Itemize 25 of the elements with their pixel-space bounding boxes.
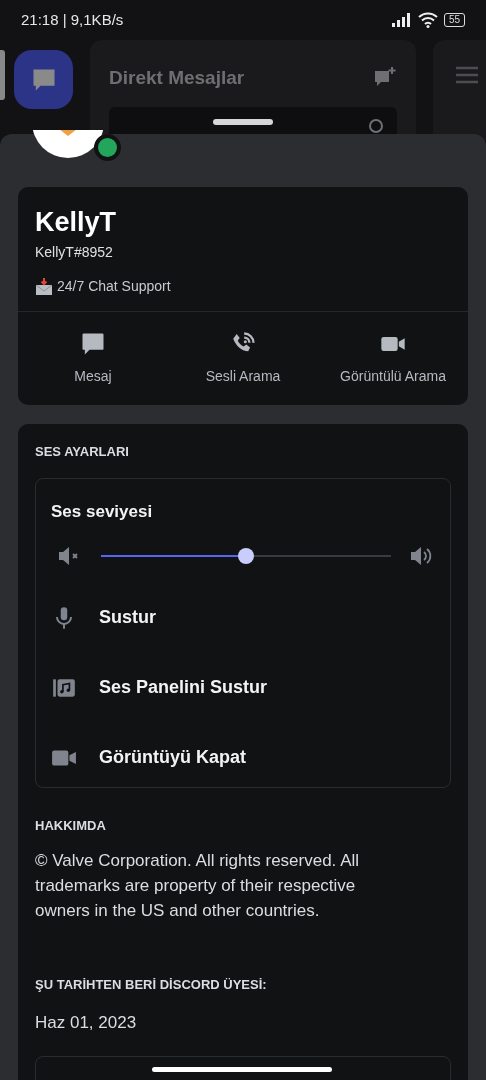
member-since-date: Haz 01, 2023 (35, 1012, 138, 1034)
voice-option-button[interactable]: Görüntüyü Kapat (51, 744, 435, 771)
section-heading: SES AYARLARI (35, 443, 130, 461)
envelope-icon (35, 277, 53, 296)
status-time: 21:18 | 9,1KB/s (21, 9, 124, 30)
volume-label: Ses seviyesi (51, 500, 154, 523)
profile-action-button[interactable]: Mesaj (18, 330, 168, 387)
about-text: © Valve Corporation. All rights reserved. All trademarks are property of their respective owners in the US and other countries. (35, 849, 361, 922)
display-name: KellyT (35, 206, 118, 239)
wifi-icon (417, 12, 438, 28)
username: KellyT#8952 (35, 243, 114, 262)
signal-icon (391, 13, 412, 27)
battery-indicator: 55 (443, 13, 465, 27)
direct-messages-button[interactable] (14, 50, 73, 109)
section-heading: ŞU TARİHTEN BERİ DİSCORD ÜYESİ: (35, 975, 268, 994)
profile-action-button[interactable]: Görüntülü Arama (318, 330, 468, 387)
voice-option-button[interactable]: Ses Panelini Sustur (51, 674, 435, 701)
volume-thumb[interactable] (238, 548, 254, 564)
panel-title: Direkt Mesajlar (109, 66, 245, 90)
profile-action-button[interactable]: Sesli Arama (168, 330, 318, 387)
voice-option-button[interactable]: Sustur (51, 604, 435, 631)
volume-slider[interactable] (101, 548, 391, 564)
custom-status: 24/7 Chat Support (57, 277, 171, 296)
drag-handle[interactable] (213, 119, 273, 125)
section-heading: HAKKIMDA (35, 817, 107, 835)
